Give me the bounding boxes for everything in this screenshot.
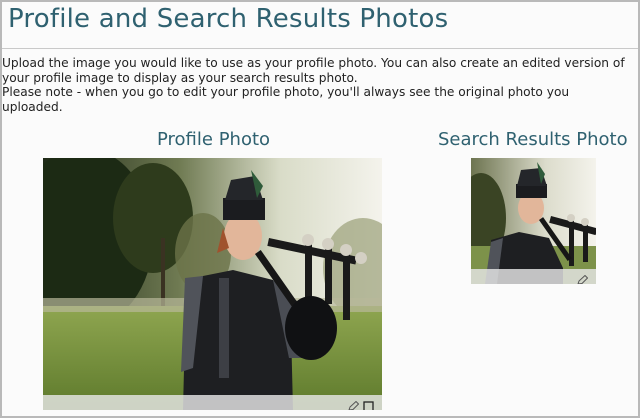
pencil-icon[interactable] [348, 397, 360, 410]
profile-photo[interactable] [43, 158, 382, 410]
search-results-photo[interactable] [471, 158, 596, 284]
search-results-photo-toolbar [471, 269, 596, 284]
intro-text: Upload the image you would like to use a… [2, 56, 632, 114]
intro-line-1: Upload the image you would like to use a… [2, 56, 625, 85]
page-frame: Profile and Search Results Photos Upload… [0, 0, 640, 418]
profile-photo-heading: Profile Photo [157, 129, 271, 150]
profile-photo-image [43, 158, 382, 410]
title-divider [2, 48, 638, 49]
crop-icon[interactable] [363, 397, 374, 410]
page-title: Profile and Search Results Photos [8, 4, 449, 34]
intro-line-2: Please note - when you go to edit your p… [2, 85, 570, 114]
search-results-photo-heading: Search Results Photo [438, 129, 628, 150]
search-results-photo-image [471, 158, 596, 284]
pencil-icon[interactable] [577, 271, 589, 284]
profile-photo-toolbar [43, 395, 382, 410]
